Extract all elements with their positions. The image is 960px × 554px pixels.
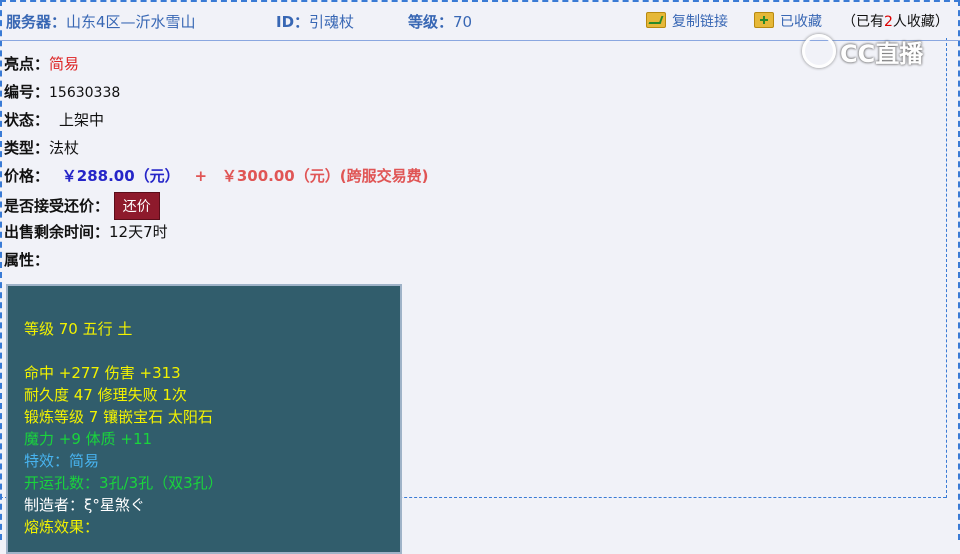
counter-offer-label: 是否接受还价： <box>4 197 110 215</box>
price-row: 价格： ￥288.00（元） + ￥300.00（元）(跨服交易费) <box>4 165 428 186</box>
id-info: ID：引魂杖 <box>276 11 354 32</box>
favorite-count-prefix: （已有 <box>842 14 884 30</box>
counter-offer-row: 是否接受还价： 还价 <box>4 192 160 220</box>
price-plus: + <box>194 167 208 185</box>
watermark-text: CC直播 <box>840 40 924 68</box>
copy-link-label: 复制链接 <box>672 14 728 30</box>
remaining-time-value: 12天7时 <box>109 223 168 241</box>
favorite-add-icon <box>754 12 774 28</box>
id-label: ID： <box>276 13 310 31</box>
attr-line: 熔炼效果： <box>24 518 100 536</box>
remaining-time-label: 出售剩余时间： <box>4 223 110 241</box>
favorite-button[interactable]: 已收藏 <box>754 11 822 31</box>
serial-row: 编号：15630338 <box>4 81 120 102</box>
serial-label: 编号： <box>4 83 50 101</box>
type-label: 类型： <box>4 139 50 157</box>
serial-value: 15630338 <box>49 85 121 101</box>
cross-server-fee: ￥300.00（元）(跨服交易费) <box>221 167 429 185</box>
attributes-row: 属性： <box>4 249 49 270</box>
server-label: 服务器： <box>6 13 67 31</box>
type-row: 类型：法杖 <box>4 137 79 158</box>
attr-line: 锻炼等级 7 镶嵌宝石 太阳石 <box>24 408 213 426</box>
price-label: 价格： <box>4 167 50 185</box>
attributes-panel: 等级 70 五行 土 命中 +277 伤害 +313 耐久度 47 修理失败 1… <box>6 284 402 554</box>
attributes-label: 属性： <box>4 251 50 269</box>
attr-line: 等级 70 五行 土 <box>24 320 133 338</box>
highlight-row: 亮点：简易 <box>4 53 79 74</box>
attr-line: 命中 +277 伤害 +313 <box>24 364 181 382</box>
type-value: 法杖 <box>49 139 80 157</box>
status-value: 上架中 <box>59 111 105 129</box>
frame-inner-right-border <box>946 38 947 498</box>
favorite-count-suffix: 人收藏） <box>892 14 949 30</box>
server-info: 服务器：山东4区—沂水雪山 <box>6 11 196 32</box>
level-info: 等级：70 <box>408 11 472 32</box>
highlight-value: 简易 <box>49 55 80 73</box>
attr-line: 特效：简易 <box>24 452 100 470</box>
remaining-time-row: 出售剩余时间：12天7时 <box>4 221 168 242</box>
status-row: 状态： 上架中 <box>4 109 104 130</box>
attr-line: 耐久度 47 修理失败 1次 <box>24 386 187 404</box>
id-value: 引魂杖 <box>309 13 355 31</box>
price-value: ￥288.00（元） <box>61 167 180 185</box>
status-label: 状态： <box>4 111 50 129</box>
cc-logo-icon <box>802 34 836 68</box>
highlight-label: 亮点： <box>4 55 50 73</box>
favorite-count-number: 2 <box>884 14 893 30</box>
level-label: 等级： <box>408 13 454 31</box>
copy-link-button[interactable]: 复制链接 <box>646 11 728 31</box>
favorite-count: （已有2人收藏） <box>842 11 949 31</box>
cc-live-watermark: CC直播 <box>802 34 930 70</box>
attr-line: 开运孔数：3孔/3孔（双3孔） <box>24 474 223 492</box>
level-value: 70 <box>453 13 473 31</box>
favorite-label: 已收藏 <box>780 14 822 30</box>
copy-link-icon <box>646 12 666 28</box>
attr-line: 魔力 +9 体质 +11 <box>24 430 153 448</box>
server-value: 山东4区—沂水雪山 <box>66 13 196 31</box>
frame-left-border <box>0 0 2 540</box>
counter-offer-button[interactable]: 还价 <box>113 192 160 220</box>
attr-line: 制造者：ξ°星煞ぐ <box>24 496 145 514</box>
